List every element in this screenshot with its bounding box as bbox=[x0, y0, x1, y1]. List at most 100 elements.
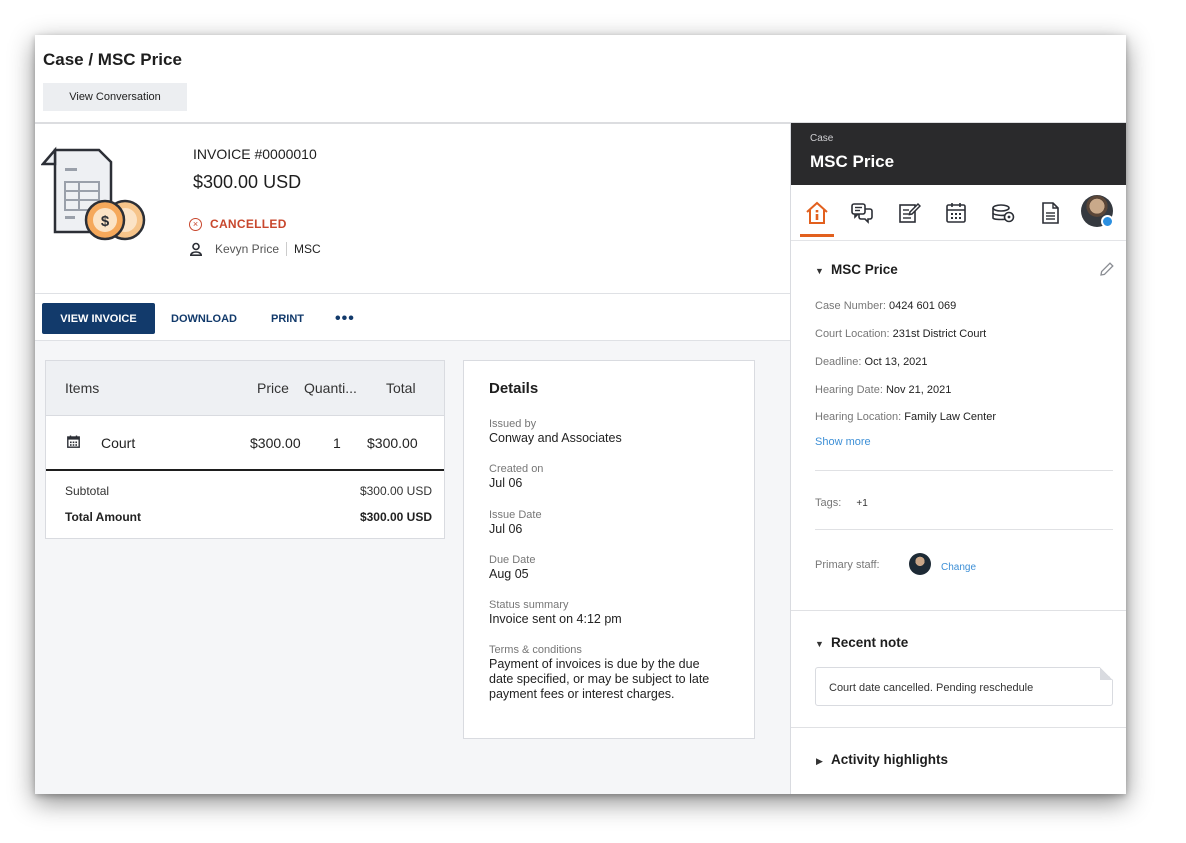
client-separator bbox=[286, 242, 288, 256]
detail-due-date: Due Date Aug 05 bbox=[489, 553, 739, 582]
more-options-icon[interactable]: ••• bbox=[335, 303, 355, 334]
tags-row: Tags: +1 bbox=[815, 497, 868, 509]
item-total: $300.00 bbox=[367, 434, 418, 451]
invoice-illustration-icon: $ bbox=[41, 146, 146, 241]
details-card: Details Issued by Conway and Associates … bbox=[463, 360, 755, 739]
subtotal-row: Subtotal $300.00 USD bbox=[46, 477, 444, 503]
tags-count[interactable]: +1 bbox=[856, 498, 867, 509]
tab-calendar[interactable] bbox=[939, 193, 973, 233]
divider bbox=[815, 470, 1113, 471]
field-label: Hearing Date: bbox=[815, 384, 883, 396]
app-window: Case / MSC Price View Conversation $ INV… bbox=[35, 35, 1126, 794]
download-button[interactable]: DOWNLOAD bbox=[171, 303, 237, 334]
change-staff-link[interactable]: Change bbox=[941, 562, 976, 573]
print-button[interactable]: PRINT bbox=[271, 303, 304, 334]
edit-pencil-icon[interactable] bbox=[1098, 261, 1115, 278]
client-name[interactable]: Kevyn Price bbox=[215, 242, 279, 256]
detail-label: Issue Date bbox=[489, 509, 542, 521]
detail-created-on: Created on Jul 06 bbox=[489, 462, 739, 491]
activity-highlights-title[interactable]: Activity highlights bbox=[831, 752, 948, 767]
detail-value: Invoice sent on 4:12 pm bbox=[489, 612, 622, 626]
detail-value: Payment of invoices is due by the due da… bbox=[489, 657, 710, 701]
show-more-link[interactable]: Show more bbox=[815, 436, 871, 448]
field-hearing-location: Hearing Location: Family Law Center bbox=[815, 411, 996, 423]
detail-label: Issued by bbox=[489, 418, 537, 430]
item-name: Court bbox=[101, 434, 136, 451]
total-value: $300.00 USD bbox=[359, 510, 432, 524]
detail-label: Status summary bbox=[489, 599, 569, 611]
field-value: 231st District Court bbox=[892, 328, 987, 340]
view-invoice-button[interactable]: VIEW INVOICE bbox=[42, 303, 155, 334]
items-table-header: Items Price Quanti... Total bbox=[46, 361, 444, 416]
field-value: Family Law Center bbox=[904, 411, 996, 423]
page-header: Case / MSC Price View Conversation bbox=[35, 35, 1126, 124]
field-label: Court Location: bbox=[815, 328, 890, 340]
field-label: Hearing Location: bbox=[815, 411, 902, 423]
field-hearing-date: Hearing Date: Nov 21, 2021 bbox=[815, 384, 951, 396]
client-org: MSC bbox=[294, 242, 321, 256]
field-case-number: Case Number: 0424 601 069 bbox=[815, 300, 956, 312]
detail-value: Aug 05 bbox=[489, 567, 529, 581]
section-divider bbox=[791, 727, 1126, 728]
field-label: Deadline: bbox=[815, 356, 862, 368]
panel-kicker: Case bbox=[810, 133, 834, 144]
staff-avatar bbox=[909, 553, 931, 575]
tab-messages[interactable] bbox=[845, 193, 879, 233]
expand-caret-icon[interactable]: ▶ bbox=[816, 756, 823, 767]
tab-documents[interactable] bbox=[1033, 193, 1067, 233]
recent-note-title[interactable]: Recent note bbox=[831, 635, 908, 650]
invoice-number: INVOICE #0000010 bbox=[193, 146, 317, 162]
panel-tabs bbox=[791, 185, 1126, 241]
invoice-status: × CANCELLED bbox=[189, 217, 287, 231]
invoice-client: Kevyn Price MSC bbox=[189, 242, 321, 256]
collapse-caret-icon[interactable]: ▼ bbox=[815, 639, 824, 649]
calendar-icon bbox=[946, 203, 966, 223]
column-header-items: Items bbox=[65, 380, 100, 396]
tab-home[interactable] bbox=[800, 191, 834, 237]
tab-notes[interactable] bbox=[892, 193, 926, 233]
column-header-quantity: Quanti... bbox=[304, 380, 357, 396]
detail-terms: Terms & conditions Payment of invoices i… bbox=[489, 643, 724, 702]
primary-staff-label: Primary staff: bbox=[815, 559, 880, 571]
field-value: Oct 13, 2021 bbox=[864, 356, 928, 368]
recent-note-box[interactable]: Court date cancelled. Pending reschedule bbox=[815, 667, 1113, 706]
detail-value: Conway and Associates bbox=[489, 431, 622, 445]
panel-title: MSC Price bbox=[810, 152, 895, 171]
calendar-icon bbox=[67, 435, 80, 448]
field-value: Nov 21, 2021 bbox=[885, 384, 952, 396]
detail-label: Due Date bbox=[489, 554, 536, 566]
view-conversation-button[interactable]: View Conversation bbox=[43, 83, 187, 111]
column-header-price: Price bbox=[257, 380, 289, 396]
field-deadline: Deadline: Oct 13, 2021 bbox=[815, 356, 928, 368]
detail-value: Jul 06 bbox=[489, 476, 523, 490]
detail-issue-date: Issue Date Jul 06 bbox=[489, 508, 739, 537]
svg-text:$: $ bbox=[101, 213, 110, 230]
divider bbox=[815, 529, 1113, 530]
detail-status-summary: Status summary Invoice sent on 4:12 pm bbox=[489, 598, 739, 627]
detail-value: Jul 06 bbox=[489, 522, 523, 536]
page-title: Case / MSC Price bbox=[43, 50, 182, 69]
field-value: 0424 601 069 bbox=[888, 300, 957, 312]
detail-issued-by: Issued by Conway and Associates bbox=[489, 417, 739, 446]
status-badge: CANCELLED bbox=[210, 217, 287, 231]
item-quantity: 1 bbox=[333, 434, 341, 451]
column-header-total: Total bbox=[386, 380, 416, 396]
subtotal-value: $300.00 USD bbox=[359, 484, 432, 498]
chat-icon bbox=[851, 203, 873, 224]
total-row: Total Amount $300.00 USD bbox=[46, 503, 444, 529]
invoice-header: $ INVOICE #0000010 $300.00 USD × CANCELL… bbox=[35, 126, 790, 294]
table-row[interactable]: Court $300.00 1 $300.00 bbox=[46, 416, 444, 471]
home-icon bbox=[806, 201, 828, 224]
field-label: Case Number: bbox=[815, 300, 886, 312]
recent-note-text: Court date cancelled. Pending reschedule bbox=[829, 682, 1034, 694]
case-side-panel: Case MSC Price ▼ MSC Price Case Number: … bbox=[790, 123, 1126, 794]
panel-header: Case MSC Price bbox=[791, 123, 1126, 185]
billing-icon bbox=[992, 204, 1015, 223]
subtotal-label: Subtotal bbox=[65, 484, 110, 498]
tab-billing[interactable] bbox=[986, 193, 1020, 233]
person-icon bbox=[190, 242, 202, 256]
case-section-title[interactable]: MSC Price bbox=[831, 262, 898, 277]
collapse-caret-icon[interactable]: ▼ bbox=[815, 266, 824, 276]
note-fold-icon bbox=[1100, 667, 1113, 680]
document-icon bbox=[1042, 202, 1059, 224]
